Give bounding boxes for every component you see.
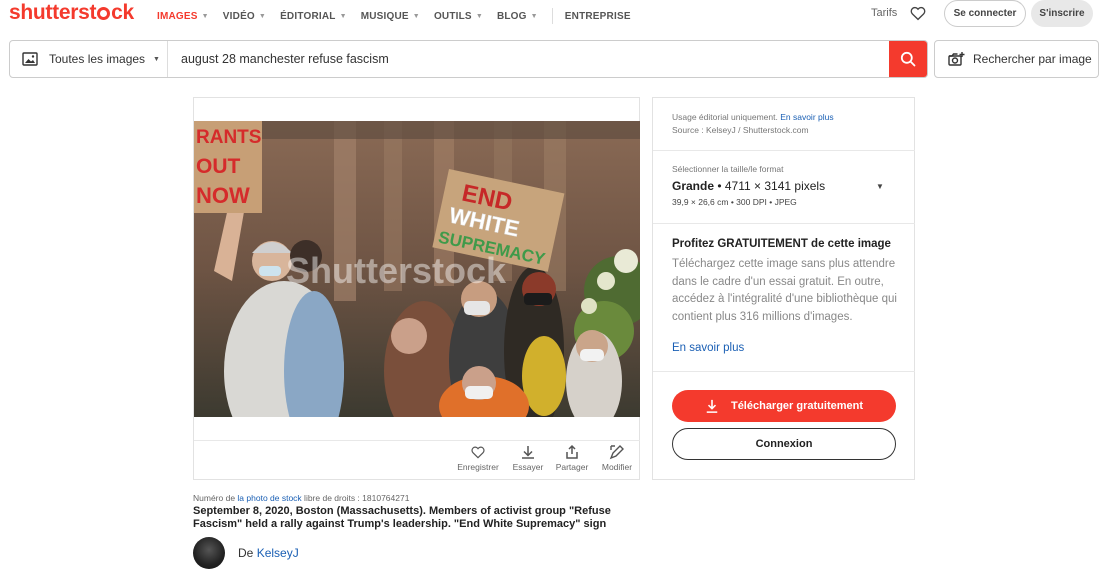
- stock-number: Numéro de la photo de stock libre de dro…: [193, 493, 409, 503]
- search-by-image-button[interactable]: Rechercher par image: [934, 40, 1099, 78]
- login-button[interactable]: Se connecter: [944, 0, 1026, 27]
- author-byline: De KelseyJ: [238, 546, 299, 560]
- usage-learn-more-link[interactable]: En savoir plus: [780, 112, 833, 122]
- chevron-down-icon: ▼: [339, 12, 347, 20]
- nav-item-images[interactable]: IMAGES ▼: [157, 11, 209, 22]
- top-navigation: shutterst ck IMAGES ▼ VIDÉO ▼ ÉDITORIAL ▼ MU…: [0, 0, 1100, 28]
- chevron-down-icon: ▼: [201, 12, 209, 20]
- panel-divider: [653, 223, 915, 224]
- download-label: Télécharger gratuitement: [730, 400, 864, 412]
- sign-text-2: OUT: [196, 155, 241, 178]
- nav-label: MUSIQUE: [360, 10, 409, 22]
- nav-label: ENTREPRISE: [564, 10, 631, 22]
- size-pixels: • 4711 × 3141 pixels: [714, 179, 826, 193]
- heart-icon: [471, 446, 485, 459]
- chevron-down-icon: ▼: [475, 12, 483, 20]
- connexion-button[interactable]: Connexion: [672, 428, 896, 460]
- size-details: 39,9 × 26,6 cm • 300 DPI • JPEG: [672, 197, 797, 207]
- panel-divider: [653, 371, 915, 372]
- caret-down-icon: ▼: [153, 55, 160, 63]
- panel-divider: [653, 150, 915, 151]
- edit-button[interactable]: Modifier: [595, 444, 639, 472]
- search-button[interactable]: [889, 41, 927, 77]
- image-caption: September 8, 2020, Boston (Massachusetts…: [193, 505, 611, 530]
- nav-divider: [551, 8, 553, 24]
- author-link[interactable]: KelseyJ: [257, 546, 299, 560]
- size-label: Sélectionner la taille/le format: [672, 164, 784, 174]
- heart-icon[interactable]: [909, 4, 927, 22]
- nav-item-enterprise[interactable]: ENTREPRISE: [565, 11, 631, 22]
- size-name: Grande: [672, 179, 715, 193]
- download-icon: [522, 446, 534, 459]
- try-label: Essayer: [512, 462, 544, 472]
- shutterstock-logo[interactable]: shutterst ck: [9, 1, 134, 25]
- image-preview-card: RANTS OUT NOW END WHITE SUPREMACY Shutte…: [193, 97, 640, 480]
- stock-prefix: Numéro de: [193, 493, 238, 503]
- pricing-link[interactable]: Tarifs: [871, 7, 897, 19]
- logo-o-icon: [97, 7, 111, 20]
- nav-item-video[interactable]: VIDÉO ▼: [223, 11, 266, 22]
- usage-info: Usage éditorial uniquement. En savoir pl…: [672, 111, 834, 137]
- stock-photo-link[interactable]: la photo de stock: [237, 493, 301, 503]
- promo-body: Téléchargez cette image sans plus attend…: [672, 258, 897, 323]
- shutterstock-watermark: Shutterstock: [286, 250, 507, 291]
- save-label: Enregistrer: [457, 462, 499, 472]
- nav-label: VIDÉO: [222, 10, 255, 22]
- search-bar: Toutes les images ▼ august 28 manchester…: [9, 40, 928, 78]
- edit-label: Modifier: [601, 462, 633, 472]
- nav-item-blog[interactable]: BLOG ▼: [497, 11, 538, 22]
- stock-suffix: libre de droits : 1810764271: [301, 493, 410, 503]
- license-panel: Usage éditorial uniquement. En savoir pl…: [652, 97, 915, 480]
- filter-label: Toutes les images: [49, 52, 146, 66]
- logo-text-part1: shutterst: [9, 1, 97, 24]
- actions-divider: [194, 440, 640, 441]
- try-button[interactable]: Essayer: [506, 444, 550, 472]
- usage-text: Usage éditorial uniquement.: [672, 112, 778, 122]
- sign-text-1: RANTS: [196, 127, 261, 148]
- nav-label: BLOG: [496, 10, 527, 22]
- edit-icon: [609, 445, 624, 460]
- download-icon: [706, 399, 718, 413]
- nav-menu: IMAGES ▼ VIDÉO ▼ ÉDITORIAL ▼ MUSIQUE ▼ OUTIL…: [157, 8, 645, 24]
- share-icon: [566, 444, 578, 459]
- share-button[interactable]: Partager: [550, 444, 594, 472]
- size-selector[interactable]: Grande • 4711 × 3141 pixels: [672, 179, 825, 193]
- author-avatar[interactable]: [193, 537, 225, 569]
- nav-label: OUTILS: [433, 10, 472, 22]
- image-icon: [22, 52, 38, 66]
- search-by-image-label: Rechercher par image: [973, 52, 1092, 66]
- protest-photo[interactable]: RANTS OUT NOW END WHITE SUPREMACY Shutte…: [194, 121, 640, 417]
- signup-button[interactable]: S'inscrire: [1031, 0, 1093, 27]
- nav-label: ÉDITORIAL: [280, 10, 336, 22]
- caret-down-icon[interactable]: ▼: [876, 182, 884, 191]
- chevron-down-icon: ▼: [530, 12, 538, 20]
- sign-text-3: NOW: [196, 183, 250, 208]
- promo-title: Profitez GRATUITEMENT de cette image: [672, 238, 891, 250]
- save-button[interactable]: Enregistrer: [456, 444, 500, 472]
- search-input[interactable]: august 28 manchester refuse fascism: [168, 41, 889, 77]
- source-text: Source : KelseyJ / Shutterstock.com: [672, 125, 809, 135]
- nav-item-music[interactable]: MUSIQUE ▼: [361, 11, 420, 22]
- share-label: Partager: [555, 462, 589, 472]
- camera-plus-icon: [948, 52, 965, 66]
- nav-label: IMAGES: [157, 10, 198, 22]
- nav-item-tools[interactable]: OUTILS ▼: [434, 11, 483, 22]
- photo-illustration: RANTS OUT NOW END WHITE SUPREMACY Shutte…: [194, 121, 640, 417]
- by-label: De: [238, 546, 257, 560]
- logo-text-part2: ck: [111, 1, 134, 24]
- nav-item-editorial[interactable]: ÉDITORIAL ▼: [280, 11, 347, 22]
- image-type-dropdown[interactable]: Toutes les images ▼: [10, 41, 168, 77]
- chevron-down-icon: ▼: [412, 12, 420, 20]
- promo-learn-more-link[interactable]: En savoir plus: [672, 342, 744, 354]
- free-download-button[interactable]: Télécharger gratuitement: [672, 390, 896, 422]
- chevron-down-icon: ▼: [258, 12, 267, 20]
- search-icon: [900, 51, 916, 67]
